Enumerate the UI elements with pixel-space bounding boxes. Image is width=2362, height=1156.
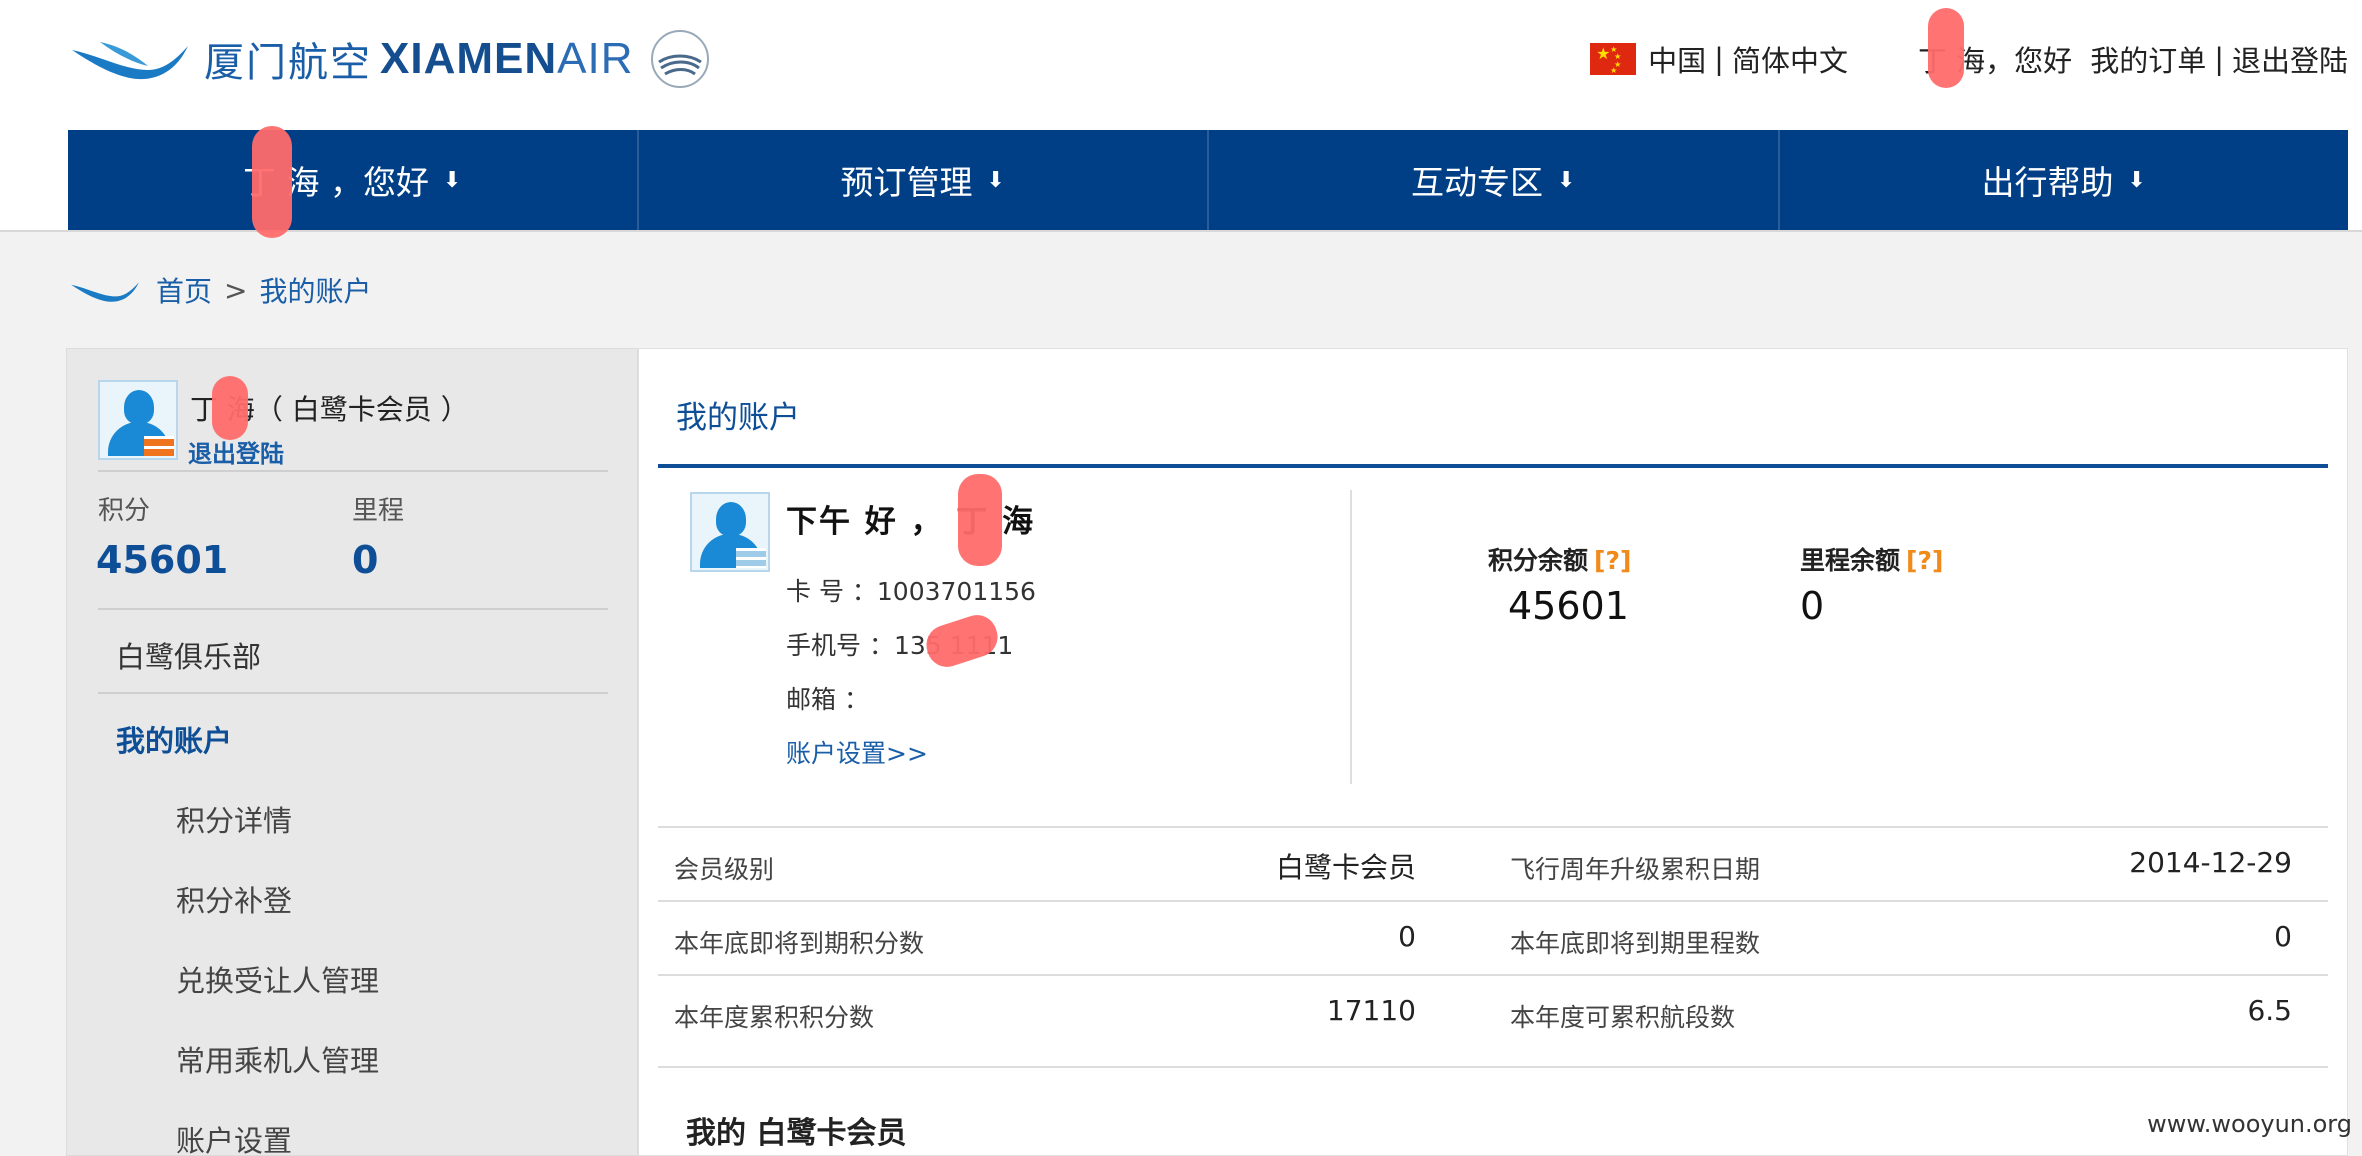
redaction-mark [252, 126, 292, 238]
member-avatar-icon [690, 492, 770, 572]
logo-text-cn: 厦门航空 [204, 40, 372, 86]
nav-item-label: 互动专区 [1411, 163, 1544, 202]
logo-text-xiamen: XIAMEN [380, 34, 558, 83]
logo-text-en: XIAMENAIR [380, 34, 633, 84]
main-nav: 丁 海 ，您好 ⬇︎ 预订管理 ⬇︎ 互动专区 ⬇︎ 出行帮助 ⬇︎ [68, 130, 2348, 230]
breadcrumb: 首页 > 我的账户 [70, 270, 372, 310]
header-logout-link[interactable]: 退出登陆 [2232, 38, 2348, 80]
table-row-label: 飞行周年升级累积日期 [1510, 855, 1761, 884]
redaction-mark [212, 376, 248, 440]
redaction-mark [958, 474, 1002, 566]
logo-text-air: AIR [557, 34, 634, 83]
skyteam-icon [651, 30, 710, 88]
breadcrumb-separator: > [224, 273, 248, 307]
nav-travel-help[interactable]: 出行帮助 ⬇︎ [1780, 130, 2349, 230]
account-settings-link[interactable]: 账户设置>> [786, 734, 928, 770]
table-row-value: 2014-12-29 [2129, 846, 2292, 879]
card-number: 卡 号 ：1003701156 [786, 577, 1036, 606]
table-row-label: 本年底即将到期积分数 [674, 929, 925, 958]
nav-interactive-zone[interactable]: 互动专区 ⬇︎ [1209, 130, 1780, 230]
table-row-label: 会员级别 [674, 855, 775, 884]
table-row-value: 白鹭卡会员 [1275, 851, 1416, 884]
table-row-label: 本年度可累积航段数 [1510, 1003, 1736, 1032]
divider: | [1714, 42, 1724, 76]
nav-item-label: 出行帮助 [1981, 163, 2114, 202]
points-balance-label: 积分余额 [?] [1488, 541, 1631, 577]
sidebar-item-frequent-passengers[interactable]: 常用乘机人管理 [176, 1038, 379, 1080]
miles-balance-label: 里程余额 [?] [1800, 541, 1943, 577]
page-title: 我的账户 [676, 400, 800, 436]
sidebar-item-points-claim[interactable]: 积分补登 [176, 878, 292, 920]
points-label: 积分 [98, 496, 151, 526]
sidebar-item-points-detail[interactable]: 积分详情 [176, 798, 292, 840]
language-link[interactable]: 简体中文 [1732, 38, 1848, 80]
miles-value: 0 [352, 538, 379, 582]
table-row-value: 6.5 [2247, 994, 2292, 1027]
points-help-link[interactable]: [?] [1594, 546, 1631, 575]
header: 厦门航空 XIAMENAIR ★ ★ ★ ★ ★ 中国 | 简体中文 丁 海 ，… [0, 0, 2362, 232]
miles-balance-value: 0 [1800, 584, 1825, 628]
membership-section-title: 我的 白鹭卡会员 [686, 1116, 907, 1151]
sidebar-item-account-settings[interactable]: 账户设置 [176, 1118, 292, 1156]
watermark: www.wooyun.org [2147, 1110, 2352, 1138]
greeting-suffix: ，您好 [1985, 44, 2073, 78]
china-flag-icon: ★ ★ ★ ★ ★ [1590, 43, 1637, 75]
region-link[interactable]: 中国 [1648, 38, 1706, 80]
top-utility-bar: ★ ★ ★ ★ ★ 中国 | 简体中文 丁 海 ，您好 我的订单 | 退出登陆 [1590, 38, 2348, 80]
divider: | [2214, 42, 2224, 76]
chevron-down-icon: ⬇︎ [443, 167, 462, 193]
sidebar-item-egret-club[interactable]: 白鹭俱乐部 [116, 634, 261, 676]
table-row-value: 0 [1398, 920, 1416, 953]
xiamenair-logo[interactable]: 厦门航空 XIAMENAIR [70, 24, 711, 94]
points-balance-value: 45601 [1508, 584, 1629, 628]
nav-booking-management[interactable]: 预订管理 ⬇︎ [639, 130, 1209, 230]
email: 邮箱 ： [786, 685, 869, 714]
egret-logo-icon [72, 42, 188, 80]
user-avatar-icon [98, 380, 178, 460]
nav-user-menu[interactable]: 丁 海 ，您好 ⬇︎ [68, 130, 639, 230]
sidebar-item-redemption-nominees[interactable]: 兑换受让人管理 [176, 958, 379, 1000]
sidebar-item-my-account[interactable]: 我的账户 [116, 718, 232, 760]
egret-logo-icon [71, 282, 139, 302]
points-value: 45601 [96, 538, 229, 582]
table-row-value: 0 [2274, 920, 2292, 953]
table-row-value: 17110 [1326, 994, 1416, 1027]
sidebar-logout-link[interactable]: 退出登陆 [188, 434, 284, 469]
miles-help-link[interactable]: [?] [1906, 546, 1943, 575]
miles-label: 里程 [352, 496, 405, 526]
breadcrumb-home-link[interactable]: 首页 [156, 270, 212, 310]
miles-balance-label-text: 里程余额 [1800, 546, 1901, 575]
redaction-mark [1928, 8, 1964, 88]
table-row-label: 本年度累积积分数 [674, 1003, 875, 1032]
chevron-down-icon: ⬇︎ [1557, 167, 1576, 193]
chevron-down-icon: ⬇︎ [2127, 167, 2146, 193]
breadcrumb-current[interactable]: 我的账户 [259, 270, 371, 310]
chevron-down-icon: ⬇︎ [986, 167, 1005, 193]
table-row-label: 本年底即将到期里程数 [1510, 929, 1761, 958]
points-balance-label-text: 积分余额 [1488, 546, 1589, 575]
nav-item-label: 预订管理 [840, 163, 973, 202]
my-orders-link[interactable]: 我的订单 [2090, 38, 2206, 80]
